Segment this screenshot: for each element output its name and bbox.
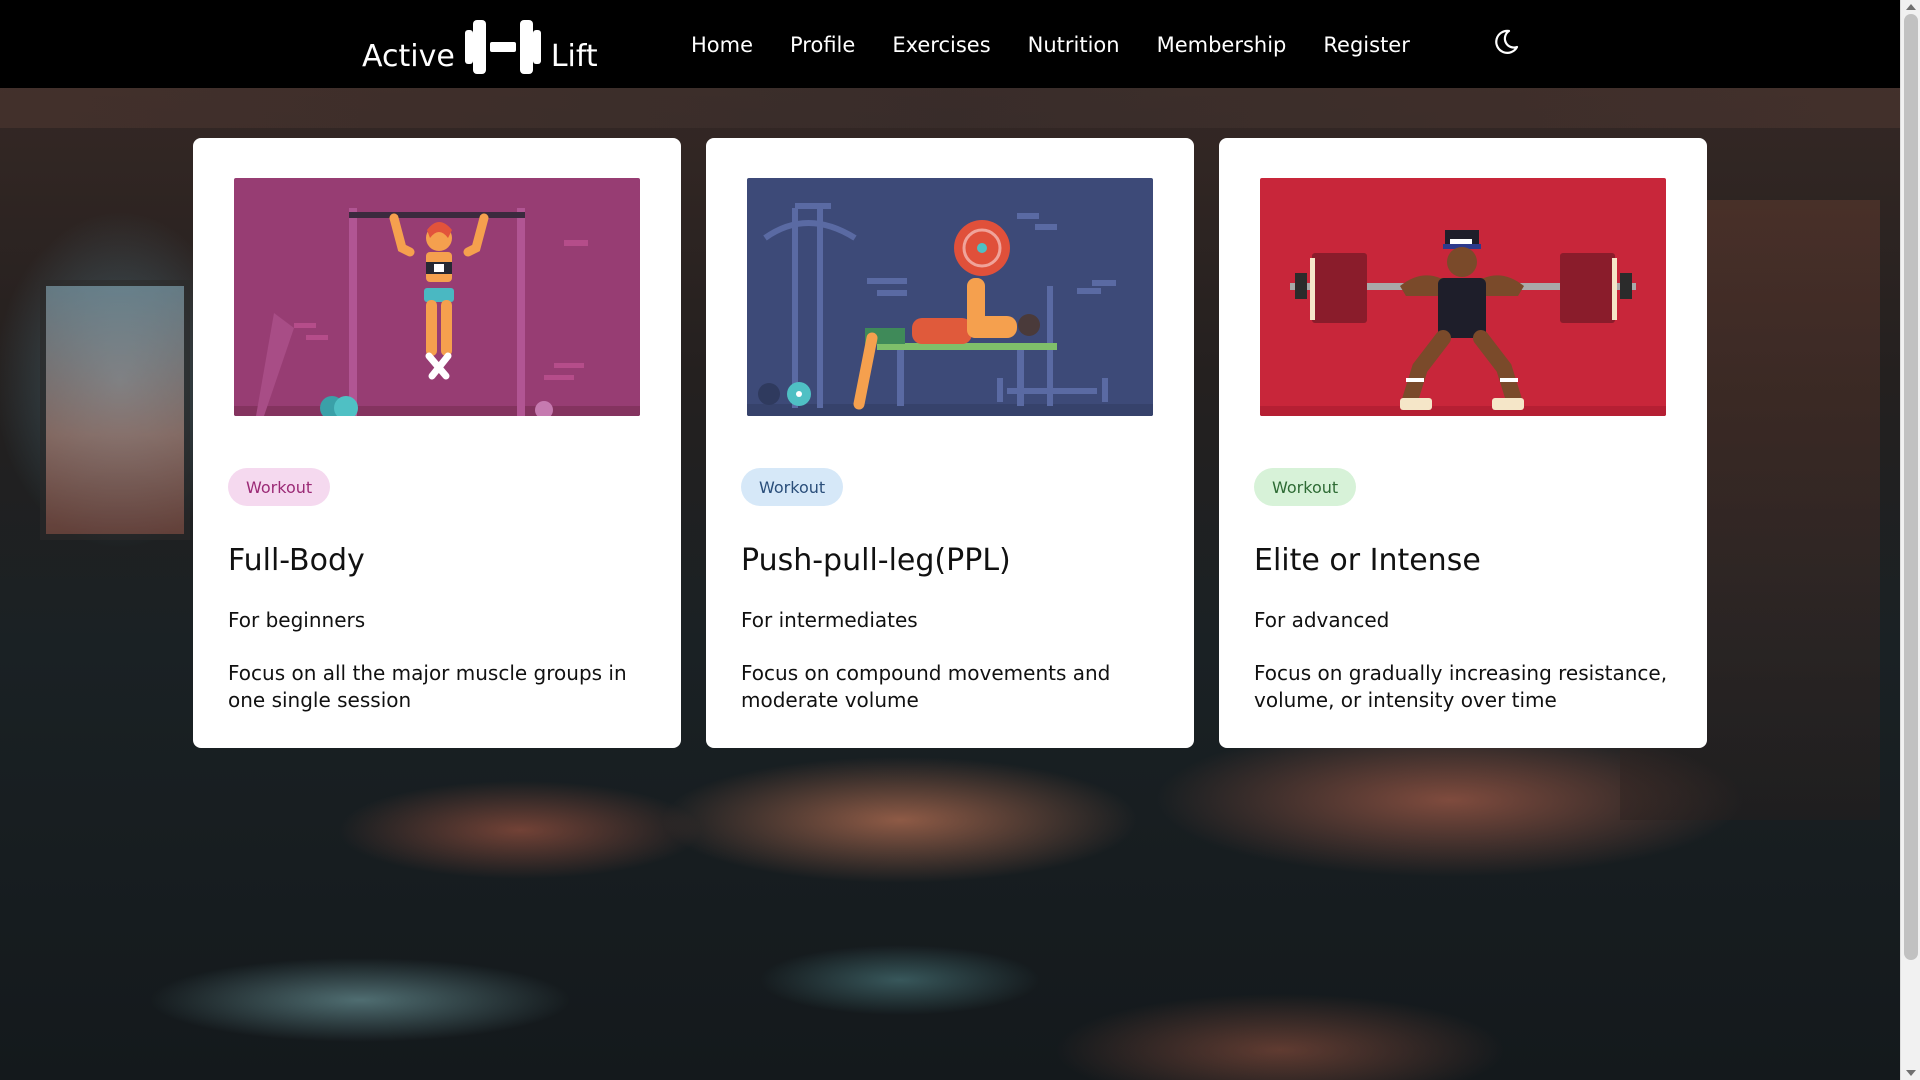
workout-card-ppl[interactable]: Workout Push-pull-leg(PPL) For intermedi…: [706, 138, 1194, 748]
workout-card-elite[interactable]: Workout Elite or Intense For advanced Fo…: [1219, 138, 1707, 748]
brand-word-left: Active: [362, 39, 455, 74]
card-description: Focus on all the major muscle groups in …: [228, 661, 627, 712]
nav-exercises[interactable]: Exercises: [892, 30, 990, 60]
top-navbar: Active Lift Home Profile Exercises Nutri…: [0, 0, 1900, 88]
pull-up-illustration: [234, 178, 640, 416]
category-badge: Workout: [228, 468, 331, 506]
nav-register[interactable]: Register: [1323, 30, 1409, 60]
squat-illustration: [1260, 178, 1666, 416]
nav-profile[interactable]: Profile: [790, 30, 855, 60]
category-badge: Workout: [1254, 468, 1357, 506]
bench-press-illustration: [747, 178, 1153, 416]
dumbbell-icon: [464, 20, 541, 74]
nav-home[interactable]: Home: [691, 30, 753, 60]
category-badge: Workout: [741, 468, 844, 506]
brand-word-right: Lift: [550, 39, 598, 74]
card-level: For advanced: [1254, 608, 1390, 632]
card-description: Focus on compound movements and moderate…: [741, 661, 1111, 712]
brand-logo[interactable]: Active Lift: [362, 12, 598, 76]
scroll-up-arrow-icon[interactable]: [1906, 4, 1916, 10]
nav-membership[interactable]: Membership: [1157, 30, 1287, 60]
card-title: Elite or Intense: [1254, 543, 1481, 578]
page-scrollbar[interactable]: [1900, 0, 1920, 1080]
card-level: For intermediates: [741, 608, 918, 632]
main-nav: Home Profile Exercises Nutrition Members…: [691, 30, 1447, 60]
card-title: Full-Body: [228, 543, 365, 578]
scroll-thumb[interactable]: [1904, 14, 1918, 960]
card-description: Focus on gradually increasing resistance…: [1254, 661, 1668, 712]
card-level: For beginners: [228, 608, 366, 632]
background-window: [40, 280, 190, 540]
workout-card-full-body[interactable]: Workout Full-Body For beginners Focus on…: [193, 138, 681, 748]
card-title: Push-pull-leg(PPL): [741, 543, 1011, 578]
scroll-down-arrow-icon[interactable]: [1906, 1070, 1916, 1076]
nav-nutrition[interactable]: Nutrition: [1028, 30, 1120, 60]
background-ceiling-beam: [0, 88, 1900, 128]
moon-icon[interactable]: [1492, 28, 1520, 56]
